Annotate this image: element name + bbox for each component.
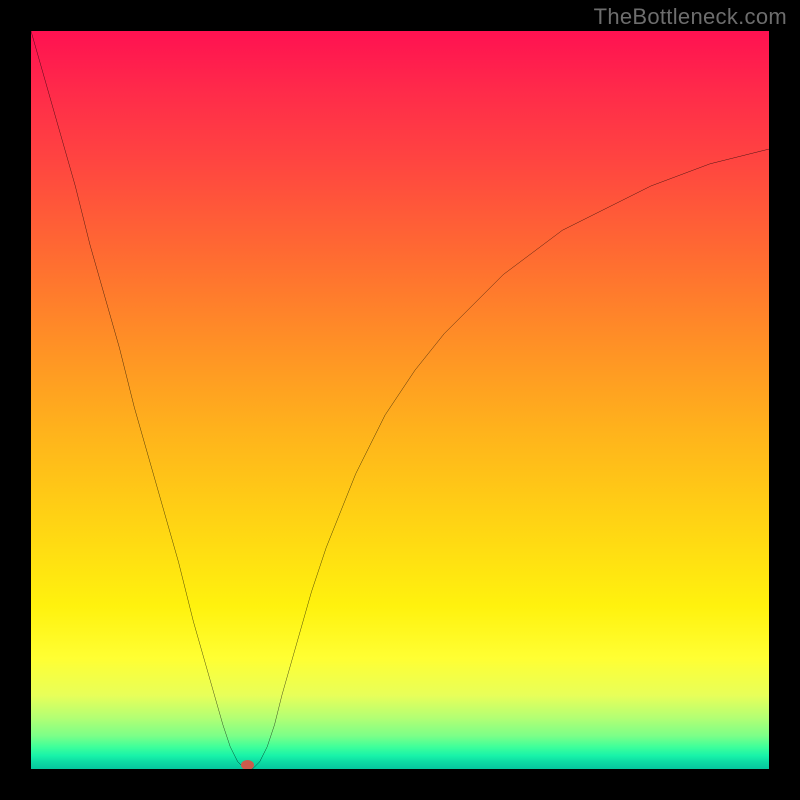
plot-area bbox=[31, 31, 769, 769]
bottleneck-curve bbox=[31, 31, 769, 769]
chart-container: TheBottleneck.com bbox=[0, 0, 800, 800]
watermark-text: TheBottleneck.com bbox=[594, 4, 787, 30]
optimum-marker bbox=[241, 760, 254, 769]
